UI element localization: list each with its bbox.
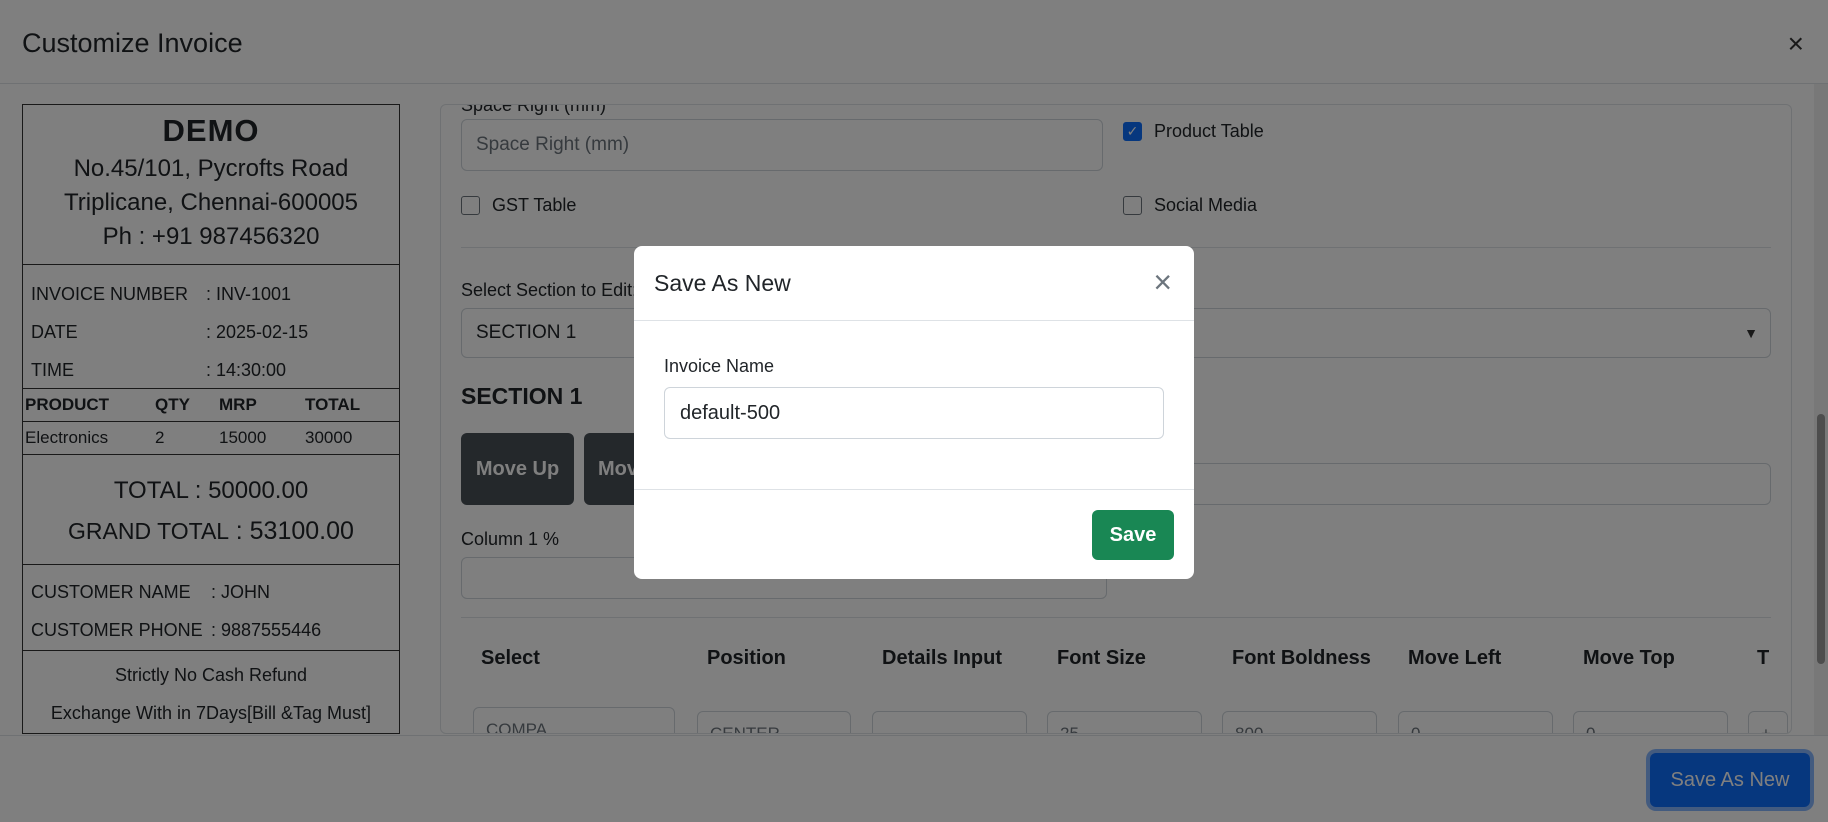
- save-as-new-dialog: Save As New × Invoice Name default-500 S…: [634, 246, 1194, 579]
- invoice-name-input[interactable]: default-500: [664, 387, 1164, 439]
- close-icon[interactable]: ×: [1153, 266, 1172, 298]
- dialog-title: Save As New: [654, 270, 791, 296]
- save-button[interactable]: Save: [1092, 510, 1174, 560]
- dialog-footer: Save: [634, 489, 1194, 579]
- invoice-name-label: Invoice Name: [664, 356, 775, 376]
- dialog-header: Save As New ×: [634, 246, 1194, 321]
